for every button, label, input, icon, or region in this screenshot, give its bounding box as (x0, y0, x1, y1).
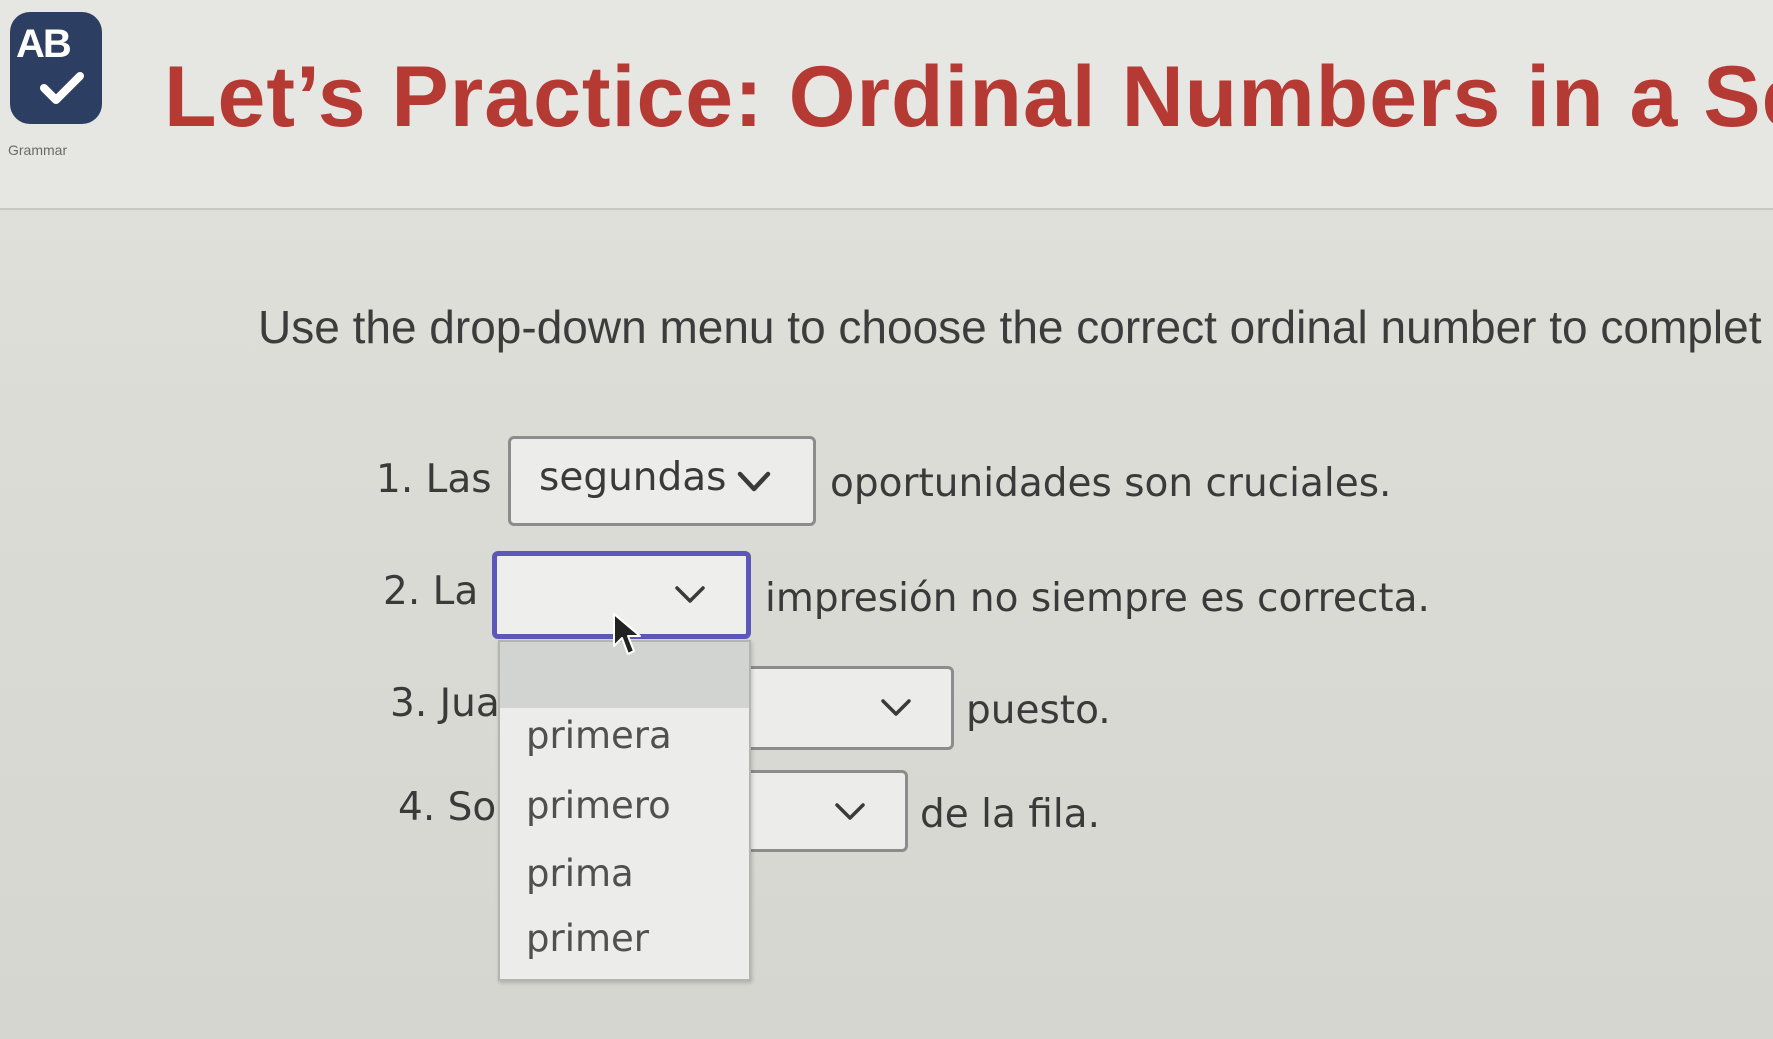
question-2-suffix: impresión no siempre es correcta. (765, 576, 1430, 621)
logo-text: AB (16, 22, 72, 66)
question-1-suffix: oportunidades son cruciales. (830, 461, 1392, 506)
chevron-down-icon (835, 803, 865, 820)
question-4-suffix: de la fila. (920, 792, 1100, 837)
logo-caption: Grammar (8, 142, 68, 158)
page: AB Grammar Let’s Practice: Ordinal Numbe… (0, 0, 1773, 1039)
question-2-dropdown-list: primera primero prima primer (498, 640, 751, 981)
question-1-selected-value: segundas (539, 455, 727, 500)
page-title: Let’s Practice: Ordinal Numbers in a Sen (164, 49, 1773, 145)
dropdown-option-prima[interactable]: prima (500, 852, 749, 912)
question-4-prefix: 4. So (398, 785, 497, 830)
question-1-prefix: 1. Las (376, 457, 492, 502)
chevron-down-icon (881, 699, 911, 716)
question-3-prefix: 3. Jua (390, 681, 500, 726)
dropdown-option-primera[interactable]: primera (500, 714, 749, 774)
question-3-suffix: puesto. (966, 688, 1111, 733)
dropdown-option-primero[interactable]: primero (500, 784, 749, 844)
grammar-logo: AB (10, 12, 102, 124)
chevron-down-icon (675, 586, 705, 603)
dropdown-option-primer[interactable]: primer (500, 917, 749, 977)
question-3-select[interactable] (720, 666, 954, 750)
question-2-prefix: 2. La (383, 569, 479, 614)
question-1-select[interactable]: segundas (508, 436, 816, 526)
header: AB Grammar Let’s Practice: Ordinal Numbe… (0, 0, 1773, 210)
checkmark-icon (40, 72, 84, 104)
chevron-down-icon (737, 471, 771, 492)
mouse-pointer-icon (613, 613, 641, 655)
instructions: Use the drop-down menu to choose the cor… (258, 301, 1762, 353)
